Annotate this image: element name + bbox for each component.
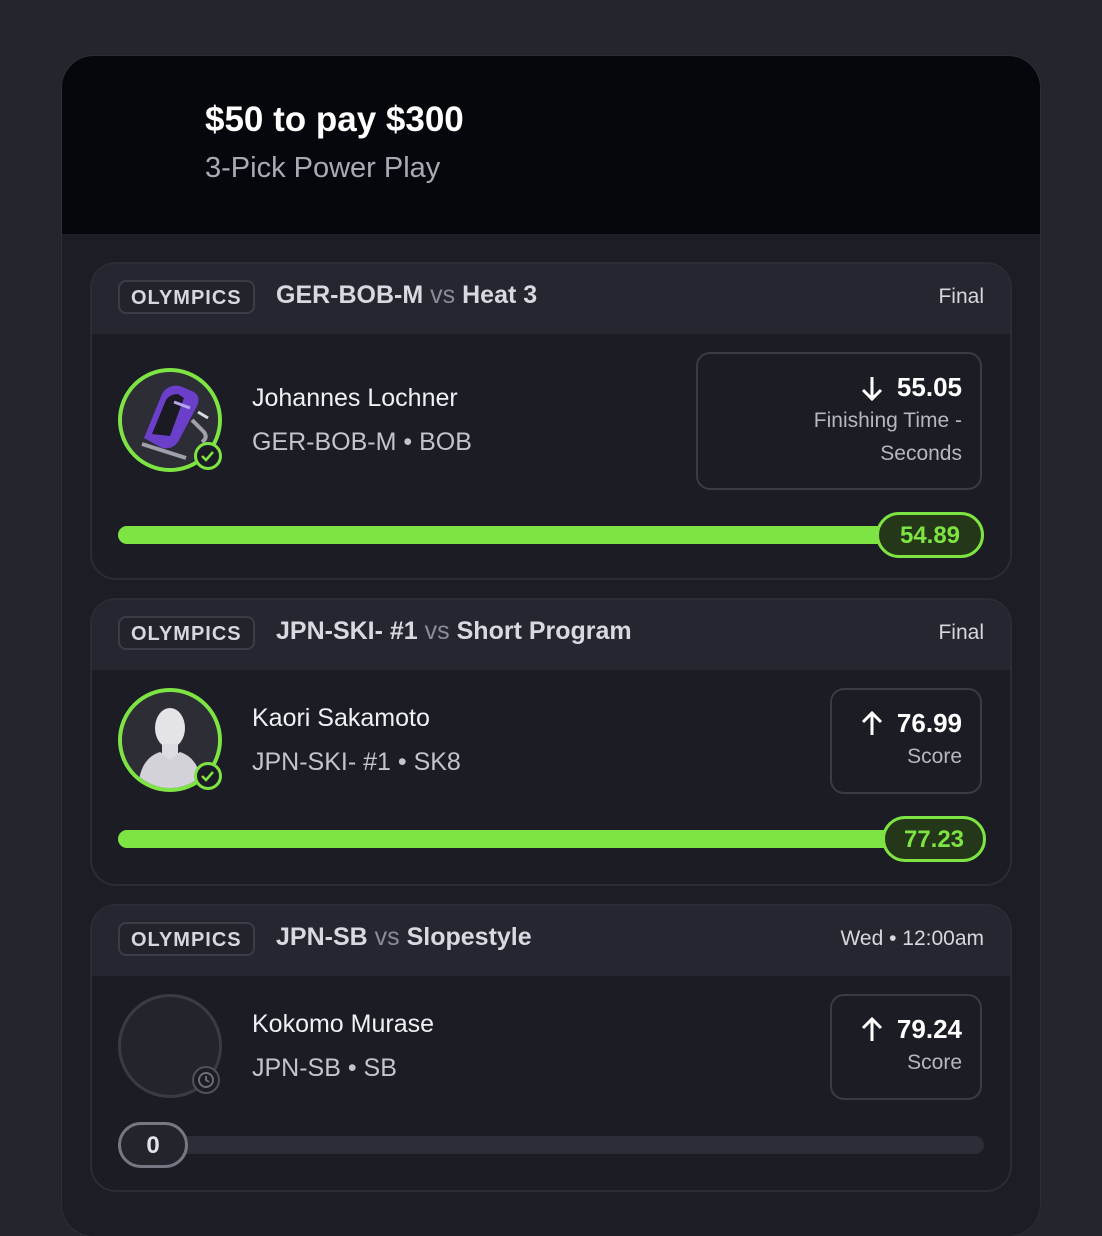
- projection-box[interactable]: 79.24 Score: [830, 994, 982, 1100]
- payout-title: $50 to pay $300: [205, 100, 464, 139]
- game-status: Final: [938, 285, 984, 308]
- clock-icon: [192, 1066, 220, 1094]
- progress-track: [118, 526, 980, 544]
- player-name: Johannes Lochner: [252, 384, 458, 412]
- progress-fill: [118, 526, 958, 544]
- result-pill: 54.89: [876, 512, 984, 558]
- pick-card-header: OLYMPICS JPN-SB vs Slopestyle Wed • 12:0…: [92, 906, 1010, 976]
- player-name: Kokomo Murase: [252, 1010, 435, 1038]
- game-status: Wed • 12:00am: [840, 927, 984, 950]
- vs-label: vs: [374, 923, 400, 951]
- pick-card-header: OLYMPICS GER-BOB-M vs Heat 3 Final: [92, 264, 1010, 334]
- pick-card[interactable]: OLYMPICS GER-BOB-M vs Heat 3 Final Johan…: [90, 262, 1012, 580]
- projection-value: 55.05: [896, 372, 962, 402]
- projection-box[interactable]: 55.05 Finishing Time - Seconds: [696, 352, 982, 490]
- arrow-up-icon: [861, 710, 882, 735]
- stat-label-line: Seconds: [880, 442, 962, 465]
- player-name: Kaori Sakamoto: [252, 704, 430, 732]
- matchup: GER-BOB-M vs Heat 3: [276, 281, 537, 310]
- pick-card-header: OLYMPICS JPN-SKI- #1 vs Short Program Fi…: [92, 600, 1010, 670]
- stat-label-line: Score: [907, 745, 962, 768]
- arrow-up-icon: [861, 1016, 882, 1041]
- league-badge: OLYMPICS: [118, 280, 255, 314]
- stat-label-line: Finishing Time -: [813, 409, 962, 432]
- vs-label: vs: [430, 281, 456, 309]
- entry-header: $50 to pay $300 3-Pick Power Play: [62, 56, 1040, 234]
- opponent-name: Slopestyle: [406, 923, 532, 951]
- team-name: GER-BOB-M: [276, 281, 424, 309]
- arrow-down-icon: [861, 376, 882, 401]
- play-type: 3-Pick Power Play: [205, 152, 441, 184]
- projection-value: 76.99: [896, 708, 962, 738]
- entry-panel: $50 to pay $300 3-Pick Power Play OLYMPI…: [62, 56, 1040, 1236]
- player-subtitle: JPN-SKI- #1 • SK8: [252, 748, 461, 776]
- matchup: JPN-SKI- #1 vs Short Program: [276, 617, 632, 646]
- player-subtitle: JPN-SB • SB: [252, 1054, 397, 1082]
- check-icon: [194, 442, 222, 470]
- league-badge: OLYMPICS: [118, 922, 255, 956]
- opponent-name: Heat 3: [462, 281, 538, 309]
- progress-track: [118, 830, 986, 848]
- progress-fill: [118, 830, 964, 848]
- result-pill: 77.23: [882, 816, 986, 862]
- team-name: JPN-SKI- #1: [276, 617, 418, 645]
- vs-label: vs: [424, 617, 450, 645]
- projection-box[interactable]: 76.99 Score: [830, 688, 982, 794]
- result-pill: 0: [118, 1122, 188, 1168]
- stat-label-line: Score: [907, 1051, 962, 1074]
- pick-card[interactable]: OLYMPICS JPN-SB vs Slopestyle Wed • 12:0…: [90, 904, 1012, 1192]
- league-badge: OLYMPICS: [118, 616, 255, 650]
- progress-track: [118, 1136, 984, 1154]
- game-status: Final: [938, 621, 984, 644]
- player-subtitle: GER-BOB-M • BOB: [252, 428, 472, 456]
- projection-value: 79.24: [896, 1014, 962, 1044]
- matchup: JPN-SB vs Slopestyle: [276, 923, 532, 952]
- pick-card[interactable]: OLYMPICS JPN-SKI- #1 vs Short Program Fi…: [90, 598, 1012, 886]
- opponent-name: Short Program: [456, 617, 632, 645]
- check-icon: [194, 762, 222, 790]
- team-name: JPN-SB: [276, 923, 368, 951]
